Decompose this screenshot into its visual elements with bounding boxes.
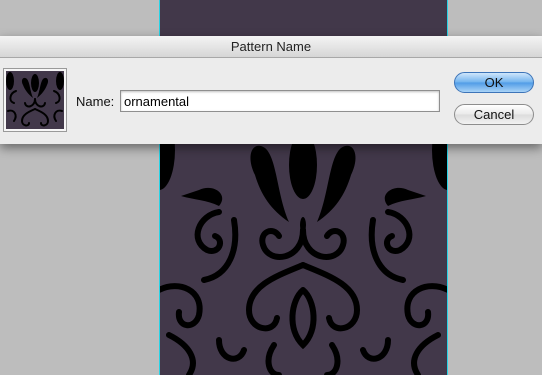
pattern-name-input[interactable] [120, 90, 440, 112]
dialog-body: Name: OK Cancel [0, 58, 542, 144]
dialog-title: Pattern Name [0, 36, 542, 58]
name-label: Name: [76, 94, 115, 109]
cancel-button[interactable]: Cancel [454, 104, 534, 125]
ok-button[interactable]: OK [454, 72, 534, 93]
pattern-name-dialog: Pattern Name Name: ornamental OK Cancel [0, 36, 542, 144]
damask-pattern-icon [6, 71, 64, 129]
pattern-thumbnail [3, 68, 67, 132]
